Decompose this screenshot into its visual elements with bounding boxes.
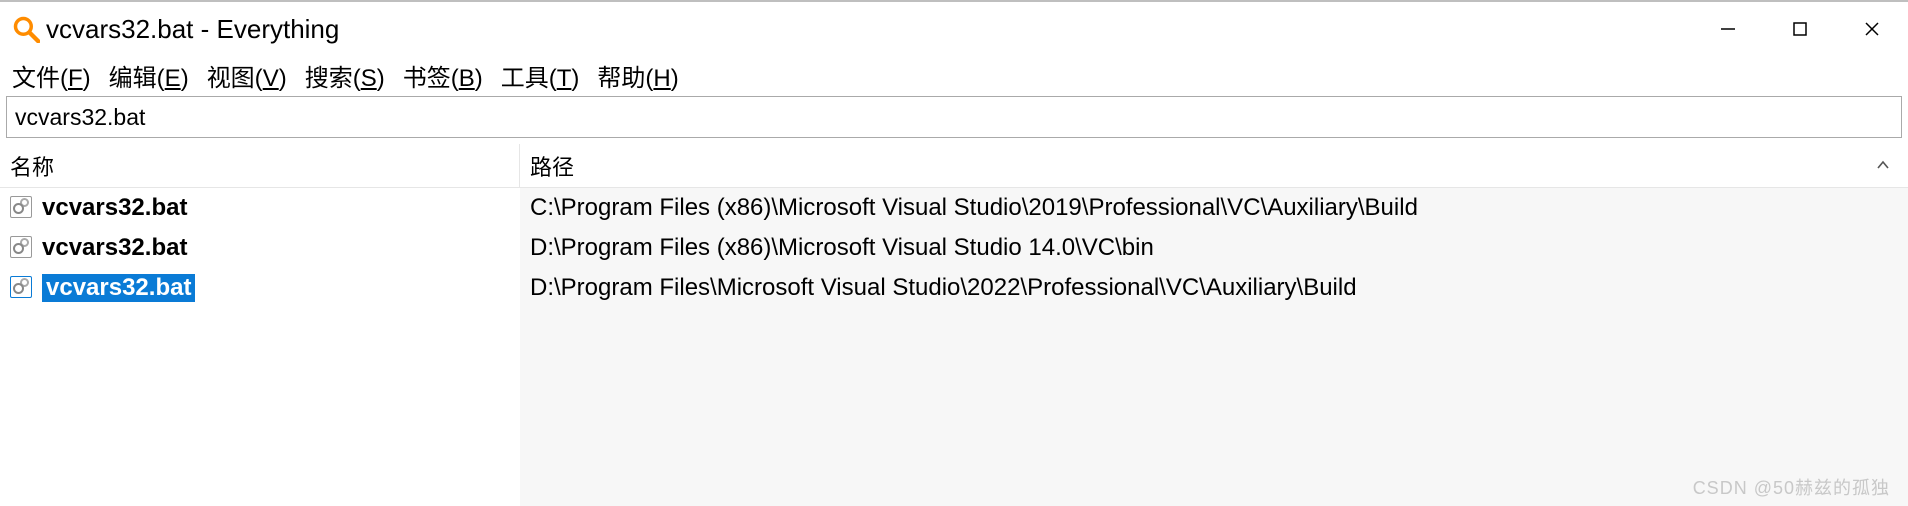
- column-header-path[interactable]: 路径: [520, 144, 1908, 187]
- result-filename: vcvars32.bat: [42, 234, 187, 262]
- column-header-name-label: 名称: [10, 150, 54, 182]
- everything-window: vcvars32.bat - Everything 文件(F) 编辑(E) 视图…: [0, 0, 1908, 506]
- menu-help[interactable]: 帮助(H): [589, 56, 686, 95]
- results-panel: vcvars32.bat vcvars32.bat vcvars32.bat C…: [0, 188, 1908, 506]
- result-filename: vcvars32.bat: [42, 194, 187, 222]
- menu-tools[interactable]: 工具(T): [493, 56, 588, 95]
- menu-edit[interactable]: 编辑(E): [101, 56, 197, 95]
- path-column: C:\Program Files (x86)\Microsoft Visual …: [520, 188, 1908, 506]
- result-path[interactable]: D:\Program Files\Microsoft Visual Studio…: [520, 268, 1908, 308]
- bat-file-icon: [10, 236, 34, 260]
- result-path[interactable]: C:\Program Files (x86)\Microsoft Visual …: [520, 188, 1908, 228]
- bat-file-icon: [10, 276, 34, 300]
- results-header: 名称 路径: [0, 144, 1908, 188]
- bat-file-icon: [10, 196, 34, 220]
- window-title: vcvars32.bat - Everything: [46, 14, 1692, 45]
- result-row[interactable]: vcvars32.bat: [0, 228, 520, 268]
- result-filename: vcvars32.bat: [42, 274, 195, 302]
- result-row-selected[interactable]: vcvars32.bat: [0, 268, 520, 308]
- result-row[interactable]: vcvars32.bat: [0, 188, 520, 228]
- menu-bookmarks[interactable]: 书签(B): [395, 56, 491, 95]
- menubar: 文件(F) 编辑(E) 视图(V) 搜索(S) 书签(B) 工具(T) 帮助(H…: [0, 56, 1908, 94]
- search-area: [0, 94, 1908, 144]
- titlebar[interactable]: vcvars32.bat - Everything: [0, 2, 1908, 56]
- menu-view[interactable]: 视图(V): [199, 56, 295, 95]
- sort-indicator-icon: [1876, 157, 1890, 175]
- everything-app-icon: [12, 15, 40, 43]
- column-header-path-label: 路径: [530, 150, 574, 182]
- result-path[interactable]: D:\Program Files (x86)\Microsoft Visual …: [520, 228, 1908, 268]
- name-column: vcvars32.bat vcvars32.bat vcvars32.bat: [0, 188, 520, 506]
- window-controls: [1692, 2, 1908, 56]
- column-header-name[interactable]: 名称: [0, 144, 520, 187]
- close-button[interactable]: [1836, 2, 1908, 56]
- maximize-button[interactable]: [1764, 2, 1836, 56]
- search-input[interactable]: [6, 96, 1902, 138]
- minimize-button[interactable]: [1692, 2, 1764, 56]
- menu-search[interactable]: 搜索(S): [297, 56, 393, 95]
- menu-file[interactable]: 文件(F): [4, 56, 99, 95]
